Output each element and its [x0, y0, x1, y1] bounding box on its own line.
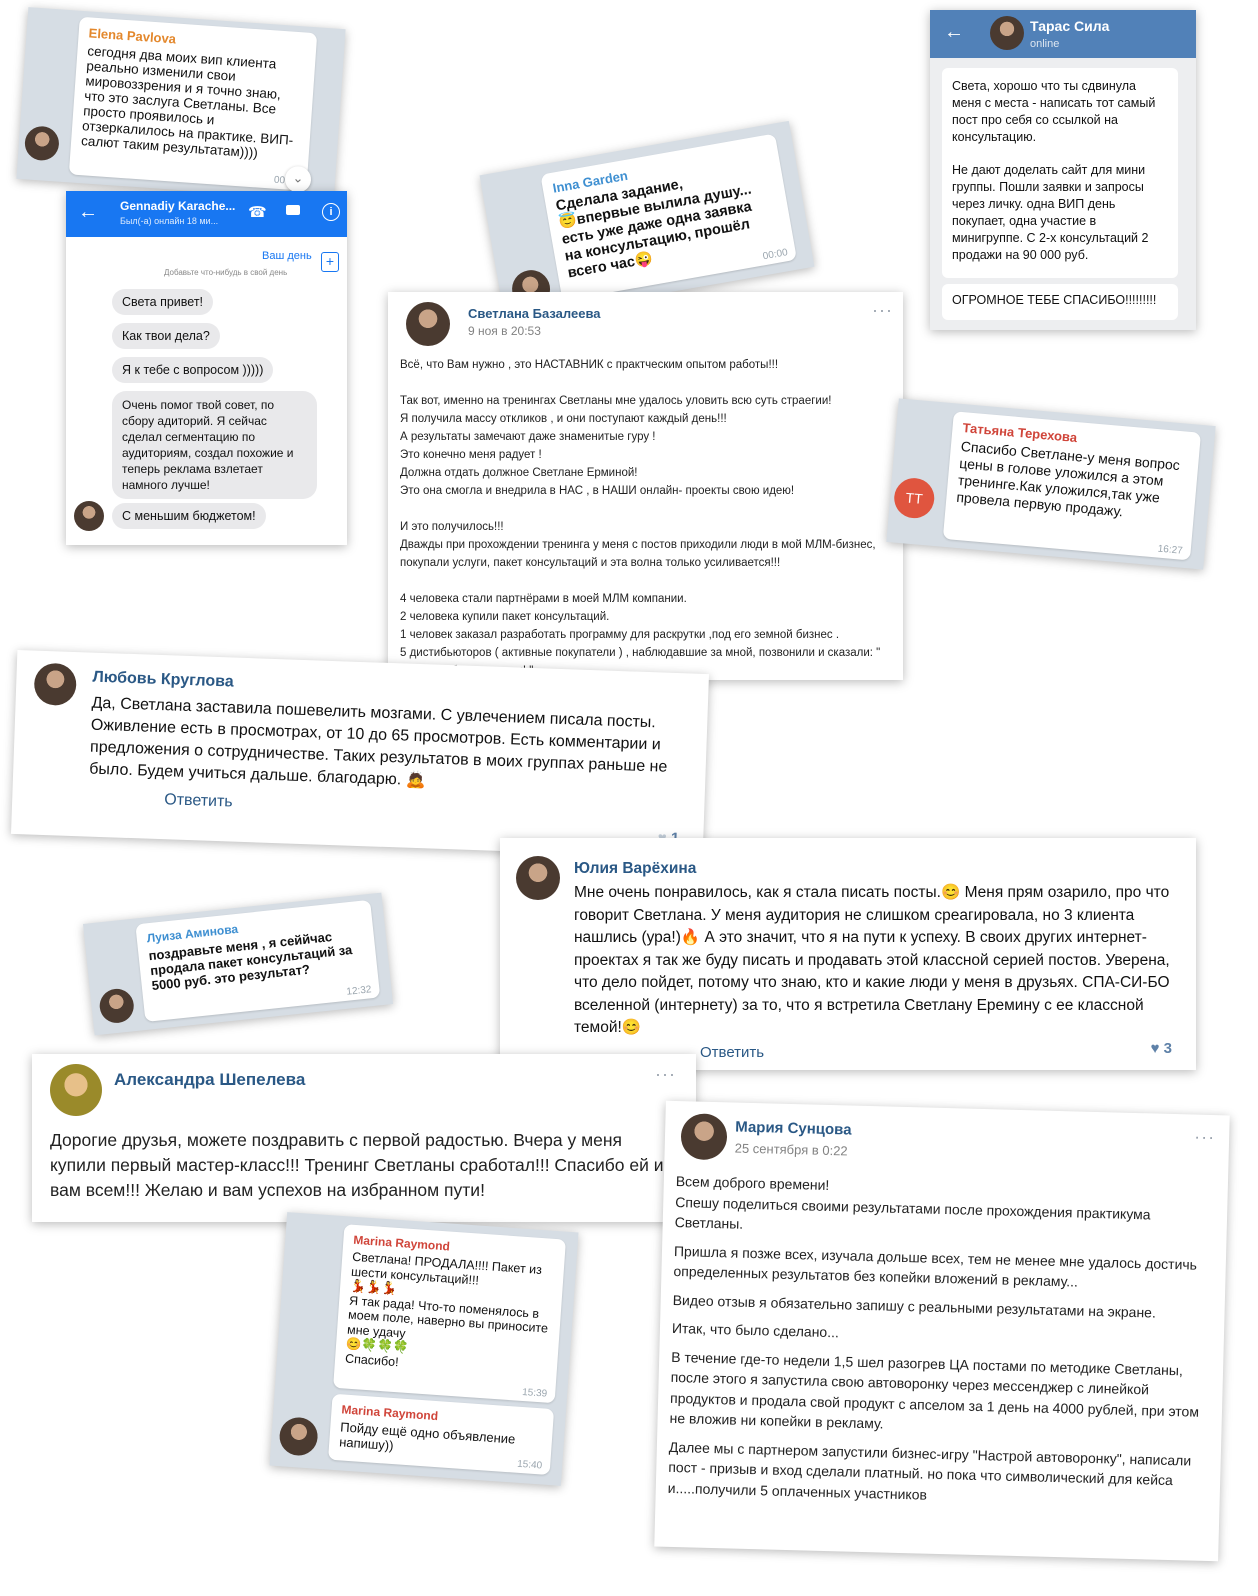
message-bubble: Как твои дела? — [112, 323, 220, 349]
message-time: 15:39 — [521, 1386, 548, 1400]
avatar[interactable] — [23, 125, 61, 162]
message-text: Очень помог твой совет, по сбору адитори… — [122, 398, 294, 492]
back-arrow-icon[interactable]: ← — [944, 21, 964, 44]
elena-message-card: Elena Pavlova сегодня два моих вип клиен… — [16, 7, 346, 201]
post-paragraph: Далее мы с партнером запустили бизнес-иг… — [667, 1438, 1192, 1503]
like-count: 3 — [1163, 1040, 1172, 1057]
author-name[interactable]: Светлана Базалеева — [468, 306, 601, 321]
info-icon[interactable]: i — [322, 203, 340, 221]
message-bubble: Elena Pavlova сегодня два моих вип клиен… — [68, 16, 318, 191]
comment-text: Мне очень понравилось, как я стала писат… — [574, 884, 1170, 1036]
avatar[interactable] — [278, 1416, 319, 1457]
taras-chat-card: ← Тарас Сила online Света, хорошо что ты… — [930, 10, 1196, 330]
chat-header: ← Тарас Сила online — [930, 10, 1196, 58]
message-time: 12:32 — [345, 984, 372, 998]
avatar[interactable] — [680, 1113, 728, 1161]
message-time: 00:00 — [762, 247, 789, 263]
contact-name[interactable]: Тарас Сила — [1030, 18, 1109, 34]
svetlana-post-card: Светлана Базалеева 9 ноя в 20:53 ··· Всё… — [388, 292, 903, 680]
message-text: Не дают доделать сайт для мини группы. П… — [952, 163, 1149, 262]
reply-link[interactable]: Ответить — [700, 1044, 764, 1061]
contact-status: online — [1030, 38, 1060, 50]
post-paragraph: Итак, что было сделано... — [671, 1319, 840, 1341]
marina-message-card: Marina Raymond Светлана! ПРОДАЛА!!!! Пак… — [269, 1212, 579, 1486]
message-text: сегодня два моих вип клиента реально изм… — [80, 43, 294, 161]
message-text: С меньшим бюджетом! — [122, 509, 256, 523]
message-text: Света, хорошо что ты сдвинула меня с мес… — [952, 79, 1156, 144]
message-bubble: Я к тебе с вопросом ))))) — [112, 357, 274, 383]
post-date[interactable]: 25 сентября в 0:22 — [735, 1141, 848, 1159]
author-name[interactable]: Мария Сунцова — [735, 1119, 852, 1139]
message-bubble: Татьяна Терехова Спасибо Светлане-у меня… — [942, 411, 1202, 561]
post-paragraph: Пришла я позже всех, изучала дольше всех… — [673, 1242, 1198, 1290]
message-time: 15:40 — [516, 1458, 543, 1472]
your-day-link[interactable]: Ваш день — [262, 250, 312, 262]
avatar[interactable] — [516, 856, 560, 900]
phone-icon[interactable]: ☎ — [248, 203, 267, 221]
gennadiy-chat-card: ← Gennadiy Karache... Был(-а) онлайн 18 … — [66, 191, 347, 545]
heart-icon: ♥ — [1150, 1040, 1160, 1057]
message-bubble: Света, хорошо что ты сдвинула меня с мес… — [942, 68, 1178, 278]
message-bubble: Очень помог твой совет, по сбору адитори… — [112, 391, 317, 499]
scroll-down-button[interactable]: ⌄ — [284, 165, 312, 194]
contact-name[interactable]: Gennadiy Karache... — [120, 199, 235, 213]
message-bubble: Луиза Аминова поздравьте меня , я сеййча… — [135, 899, 381, 1022]
message-text: Света привет! — [122, 295, 204, 309]
author-name[interactable]: Любовь Круглова — [92, 669, 234, 692]
lubov-comment-card: Любовь Круглова Да, Светлана заставила п… — [11, 649, 710, 859]
message-time: 16:27 — [1157, 543, 1184, 557]
more-options-icon[interactable]: ··· — [1194, 1127, 1216, 1149]
tatiana-message-card: ТТ Татьяна Терехова Спасибо Светлане-у м… — [886, 398, 1216, 570]
post-text: Всё, что Вам нужно , это НАСТАВНИК с пра… — [400, 359, 881, 677]
chat-header: ← Gennadiy Karache... Был(-а) онлайн 18 … — [66, 191, 347, 237]
avatar[interactable] — [990, 16, 1024, 50]
your-day-hint: Добавьте что-нибудь в свой день — [164, 268, 288, 277]
avatar[interactable] — [33, 662, 77, 707]
message-text: Светлана! ПРОДАЛА!!!! Пакет из шести кон… — [344, 1249, 549, 1369]
avatar[interactable] — [50, 1064, 102, 1116]
alexandra-post-card: Александра Шепелева ··· Дорогие друзья, … — [32, 1054, 696, 1222]
post-paragraph: Всем доброго времени! Спешу поделиться с… — [674, 1172, 1151, 1232]
reply-link[interactable]: Ответить — [164, 791, 233, 811]
post-body: Всем доброго времени! Спешу поделиться с… — [668, 1171, 1206, 1512]
avatar[interactable] — [98, 987, 136, 1025]
contact-status: Был(-а) онлайн 18 ми... — [120, 216, 219, 226]
post-paragraph: Видео отзыв я обязательно запишу с реаль… — [672, 1291, 1157, 1321]
message-bubble: Света привет! — [112, 289, 214, 315]
chevron-down-icon: ⌄ — [292, 169, 305, 186]
avatar-initials: ТТ — [905, 489, 924, 507]
like-button[interactable]: ♥ 3 — [1151, 1040, 1172, 1057]
avatar[interactable] — [74, 501, 104, 531]
add-story-button[interactable]: + — [321, 252, 339, 272]
post-text: Дорогие друзья, можете поздравить с перв… — [50, 1130, 664, 1200]
more-options-icon[interactable]: ··· — [655, 1064, 676, 1085]
avatar[interactable]: ТТ — [892, 476, 936, 520]
message-bubble: Marina Raymond Пойду ещё одно объявление… — [328, 1393, 555, 1476]
author-name[interactable]: Александра Шепелева — [114, 1070, 305, 1090]
avatar[interactable] — [406, 302, 450, 346]
message-text: Как твои дела? — [122, 329, 210, 343]
message-bubble: Marina Raymond Светлана! ПРОДАЛА!!!! Пак… — [333, 1224, 566, 1404]
more-options-icon[interactable]: ··· — [872, 300, 893, 321]
video-call-icon[interactable] — [286, 205, 300, 215]
message-bubble: Inna Garden Сделала задание, 😇впервые вы… — [540, 133, 797, 301]
author-name[interactable]: Юлия Варёхина — [574, 860, 696, 878]
post-date[interactable]: 9 ноя в 20:53 — [468, 324, 541, 338]
message-text: ОГРОМНОЕ ТЕБЕ СПАСИБО!!!!!!!!! — [952, 293, 1157, 307]
message-text: Я к тебе с вопросом ))))) — [122, 363, 264, 377]
comment-text: Да, Светлана заставила пошевелить мозгам… — [89, 694, 668, 790]
message-bubble: ОГРОМНОЕ ТЕБЕ СПАСИБО!!!!!!!!! — [942, 284, 1178, 320]
message-bubble: С меньшим бюджетом! — [112, 503, 266, 529]
post-paragraph: В течение где-то недели 1,5 шел разогрев… — [669, 1348, 1200, 1432]
yulia-comment-card: Юлия Варёхина Мне очень понравилось, как… — [500, 838, 1196, 1070]
maria-post-card: Мария Сунцова 25 сентября в 0:22 ··· Все… — [654, 1100, 1230, 1562]
luiza-message-card: Луиза Аминова поздравьте меня , я сеййча… — [82, 892, 394, 1036]
back-arrow-icon[interactable]: ← — [78, 201, 98, 224]
